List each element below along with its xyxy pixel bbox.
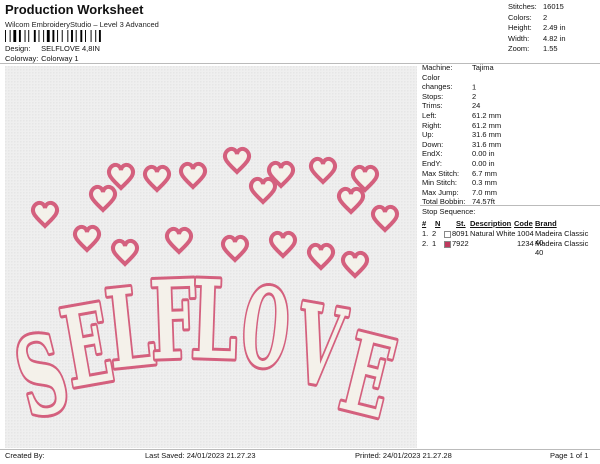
summary-label: Colors:	[508, 12, 532, 22]
property-value: 0.3 mm	[472, 178, 498, 188]
row-st: 7922	[452, 239, 469, 248]
row-n: 1	[432, 239, 437, 248]
summary-value: 2.49 in	[543, 23, 566, 33]
design-preview: SELFLOVE	[5, 66, 417, 448]
property-value: 0.00 in	[472, 158, 495, 168]
summary-value: 2	[543, 12, 548, 22]
summary-label: Width:	[508, 33, 530, 43]
table-row: 1. 2 8091 Natural White 1004 Madeira Cla…	[422, 229, 598, 247]
property-value: 31.6 mm	[472, 139, 502, 149]
property-row: Stops: 2	[422, 92, 501, 102]
property-row: Right: 61.2 mm	[422, 121, 501, 131]
software-name: Wilcom EmbroideryStudio – Level 3 Advanc…	[5, 20, 159, 29]
col-n: N	[435, 219, 441, 228]
colorway-label: Colorway:	[5, 54, 39, 63]
property-label: EndY:	[422, 158, 443, 168]
thread-swatch	[444, 231, 451, 238]
property-label: Machine:	[422, 63, 453, 72]
summary-value: 16015	[543, 2, 564, 11]
property-label: Up:	[422, 130, 434, 140]
thread-swatch	[444, 241, 451, 248]
summary-row: Zoom: 1.55	[508, 44, 566, 55]
colorway-value: Colorway 1	[41, 54, 79, 63]
col-brand: Brand	[535, 219, 557, 228]
summary-row: Stitches: 16015	[508, 2, 566, 13]
col-num: #	[422, 219, 427, 228]
property-row: Left: 61.2 mm	[422, 111, 501, 121]
summary-label: Stitches:	[508, 2, 537, 11]
page-number: Page 1 of 1	[550, 451, 589, 460]
property-value: 1	[472, 82, 477, 92]
property-label: Down:	[422, 139, 444, 149]
barcode	[5, 30, 101, 42]
property-row: Max Jump: 7.0 mm	[422, 188, 501, 198]
colorway-row: Colorway: Colorway 1	[5, 54, 79, 63]
row-st: 8091	[452, 229, 469, 238]
property-value: 61.2 mm	[472, 120, 502, 130]
col-st: St.	[456, 219, 466, 228]
created-by: Created By:	[5, 451, 45, 460]
summary-panel: Stitches: 16015 Colors: 2 Height: 2.49 in W…	[508, 2, 566, 55]
stop-sequence-title: Stop Sequence:	[422, 207, 476, 216]
property-value: 24	[472, 101, 481, 111]
summary-label: Height:	[508, 23, 532, 33]
property-value: 0.00 in	[472, 149, 495, 159]
design-letter: L	[189, 257, 239, 385]
col-description: Description	[470, 219, 512, 228]
summary-row: Height: 2.49 in	[508, 23, 566, 34]
design-row: Design: SELFLOVE 4,8IN	[5, 44, 100, 53]
footer-divider	[0, 449, 600, 450]
property-label: Min Stitch:	[422, 178, 458, 188]
design-label: Design:	[5, 44, 31, 53]
row-code: 1234	[517, 239, 534, 248]
property-value: 7.0 mm	[472, 187, 498, 197]
row-num: 1.	[422, 229, 429, 238]
props-divider	[420, 205, 600, 206]
property-label: Stops:	[422, 91, 444, 101]
row-description: Natural White	[470, 229, 516, 238]
property-row: Trims: 24	[422, 101, 501, 111]
property-label: Right:	[422, 120, 442, 130]
property-row: Color changes: 1	[422, 73, 501, 92]
design-value: SELFLOVE 4,8IN	[41, 44, 100, 53]
property-row: Max Stitch: 6.7 mm	[422, 169, 501, 179]
property-value: 31.6 mm	[472, 130, 502, 140]
summary-row: Width: 4.82 in	[508, 34, 566, 45]
property-label: Color changes:	[422, 72, 453, 92]
col-code: Code	[514, 219, 533, 228]
property-value: 2	[472, 91, 477, 101]
summary-value: 1.55	[543, 44, 558, 54]
table-header: # N St. Description Code Brand	[422, 219, 598, 229]
property-row: EndX: 0.00 in	[422, 149, 501, 159]
property-row: Machine: Tajima	[422, 63, 501, 73]
row-num: 2.	[422, 239, 429, 248]
design-artwork: SELFLOVE	[5, 66, 417, 448]
machine-properties: Machine: Tajima Color changes: 1 Stops: 2 Trim…	[422, 63, 501, 207]
property-label: EndX:	[422, 149, 443, 159]
printed-date: Printed: 24/01/2023 21.27.28	[355, 451, 452, 460]
property-label: Trims:	[422, 101, 443, 111]
summary-row: Colors: 2	[508, 13, 566, 24]
property-row: Up: 31.6 mm	[422, 130, 501, 140]
header-divider	[0, 63, 600, 64]
worksheet-title: Production Worksheet	[5, 2, 144, 17]
property-row: Down: 31.6 mm	[422, 140, 501, 150]
summary-label: Zoom:	[508, 44, 530, 54]
row-code: 1004	[517, 229, 534, 238]
property-value: 6.7 mm	[472, 168, 498, 178]
property-label: Max Stitch:	[422, 168, 460, 178]
summary-value: 4.82 in	[543, 33, 566, 43]
property-row: Min Stitch: 0.3 mm	[422, 178, 501, 188]
property-value: 61.2 mm	[472, 110, 502, 120]
property-label: Left:	[422, 110, 437, 120]
property-label: Max Jump:	[422, 187, 459, 197]
row-n: 2	[432, 229, 437, 238]
row-brand: Madeira Classic 40	[535, 239, 589, 257]
property-value: Tajima	[472, 63, 494, 72]
last-saved: Last Saved: 24/01/2023 21.27.23	[145, 451, 256, 460]
table-row: 2. 1 7922 1234 Madeira Classic 40	[422, 239, 598, 257]
property-row: EndY: 0.00 in	[422, 159, 501, 169]
